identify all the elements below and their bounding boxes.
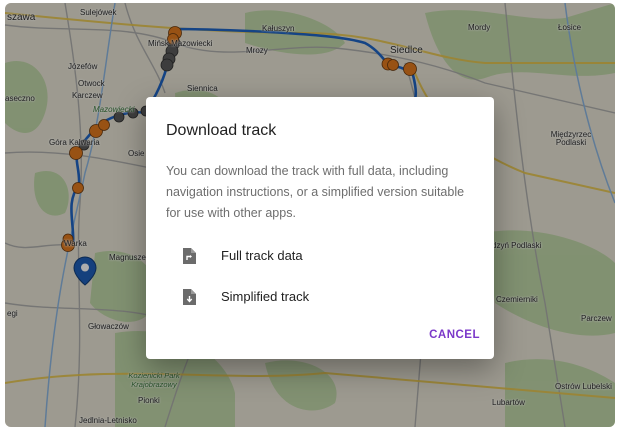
dialog-title: Download track (166, 122, 277, 139)
download-track-dialog: Download track You can download the trac… (146, 97, 494, 359)
simplified-track-option[interactable]: Simplified track (166, 282, 476, 312)
full-track-data-option[interactable]: Full track data (166, 241, 476, 271)
cancel-button[interactable]: CANCEL (429, 329, 480, 341)
map-viewport[interactable]: szawa Sulejówek Kałuszyn Mordy Łosice Mi… (5, 3, 615, 427)
dialog-description: You can download the track with full dat… (166, 164, 465, 220)
full-track-data-label: Full track data (221, 248, 303, 263)
file-download-icon (183, 289, 196, 305)
simplified-track-label: Simplified track (221, 289, 310, 304)
file-route-icon (183, 248, 196, 264)
